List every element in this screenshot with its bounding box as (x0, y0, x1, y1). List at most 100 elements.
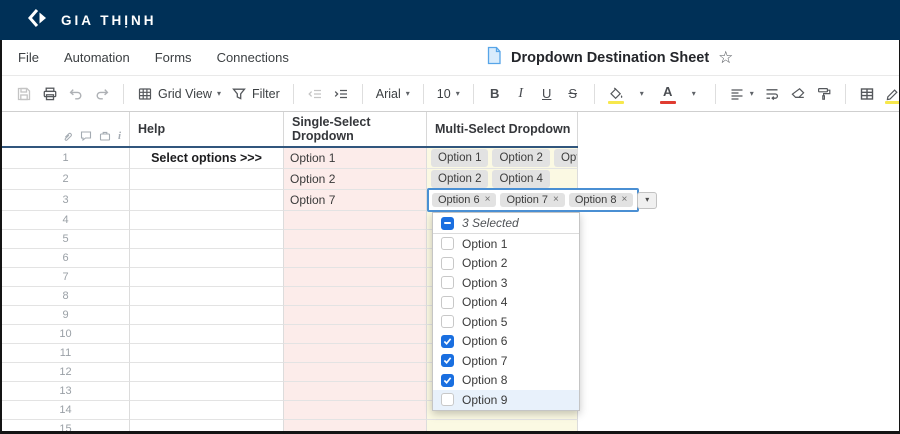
outdent-button[interactable] (303, 81, 327, 107)
text-color-button[interactable]: A (656, 81, 680, 107)
chevron-down-icon: ▾ (456, 90, 460, 98)
dropdown-option[interactable]: Option 4 (433, 293, 579, 313)
row-number[interactable]: 13 (2, 382, 130, 401)
row-number[interactable]: 4 (2, 211, 130, 230)
remove-option-icon[interactable]: × (621, 195, 627, 205)
sheet-title[interactable]: Dropdown Destination Sheet (511, 50, 709, 66)
dropdown-option[interactable]: Option 7 (433, 351, 579, 371)
multi-select-editor[interactable]: Option 6 × Option 7 × Option 8 × ▾ (427, 188, 639, 212)
cell-multi-1[interactable]: Option 1 Option 2 Option 3 (427, 148, 578, 169)
dropdown-option[interactable]: Option 5 (433, 312, 579, 332)
cell-help-3[interactable] (130, 190, 284, 211)
toolbar-divider (293, 84, 294, 104)
redo-button[interactable] (90, 81, 114, 107)
save-button[interactable] (12, 81, 36, 107)
top-app-bar: GIA THỊNH (0, 0, 900, 40)
row-number[interactable]: 6 (2, 249, 130, 268)
dropdown-option[interactable]: Option 1 (433, 234, 579, 254)
borders-button[interactable] (855, 81, 879, 107)
row-number[interactable]: 2 (2, 169, 130, 190)
attachment-icon[interactable] (62, 130, 73, 142)
option-checkbox[interactable] (441, 296, 454, 309)
chevron-down-icon: ▾ (406, 90, 410, 98)
format-painter-button[interactable] (812, 81, 836, 107)
row-number[interactable]: 1 (2, 148, 130, 169)
row-number[interactable]: 12 (2, 363, 130, 382)
dropdown-option[interactable]: Option 6 (433, 332, 579, 352)
row-number[interactable]: 5 (2, 230, 130, 249)
indent-button[interactable] (329, 81, 353, 107)
option-checkbox[interactable] (441, 335, 454, 348)
fill-color-button[interactable] (604, 81, 628, 107)
selected-option-pill: Option 6 × (432, 193, 496, 207)
option-checkbox[interactable] (441, 237, 454, 250)
comment-icon[interactable] (80, 130, 92, 142)
row-number[interactable]: 15 (2, 420, 130, 431)
option-checkbox[interactable] (441, 276, 454, 289)
fill-color-dropdown[interactable]: ▾ (630, 81, 654, 107)
row-number[interactable]: 3 (2, 190, 130, 211)
option-checkbox[interactable] (441, 354, 454, 367)
row-number[interactable]: 10 (2, 325, 130, 344)
remove-option-icon[interactable]: × (553, 195, 559, 205)
option-checkbox[interactable] (441, 393, 454, 406)
toolbar-divider (423, 84, 424, 104)
selection-summary-row[interactable]: 3 Selected (433, 213, 579, 234)
dropdown-option[interactable]: Option 3 (433, 273, 579, 293)
cell-single-1[interactable]: Option 1 (284, 148, 427, 169)
dropdown-option[interactable]: Option 2 (433, 254, 579, 274)
align-button[interactable]: ▾ (725, 81, 758, 107)
row-number[interactable]: 11 (2, 344, 130, 363)
dropdown-option[interactable]: Option 9 (433, 390, 579, 410)
proof-briefcase-icon[interactable] (99, 130, 111, 142)
option-checkbox[interactable] (441, 374, 454, 387)
column-header-help[interactable]: Help (130, 112, 284, 146)
toolbar-divider (123, 84, 124, 104)
row-number[interactable]: 14 (2, 401, 130, 420)
select-all-checkbox[interactable] (441, 217, 454, 230)
column-header-multi-select[interactable]: Multi-Select Dropdown (427, 112, 578, 146)
menu-connections[interactable]: Connections (217, 50, 289, 65)
row-number[interactable]: 7 (2, 268, 130, 287)
highlight-button[interactable] (881, 81, 899, 107)
remove-option-icon[interactable]: × (485, 195, 491, 205)
italic-button[interactable]: I (509, 81, 533, 107)
menu-forms[interactable]: Forms (155, 50, 192, 65)
undo-button[interactable] (64, 81, 88, 107)
print-button[interactable] (38, 81, 62, 107)
favorite-star-icon[interactable]: ☆ (718, 49, 733, 66)
wrap-text-button[interactable] (760, 81, 784, 107)
dropdown-toggle-button[interactable]: ▾ (637, 192, 657, 209)
cell-single-3[interactable]: Option 7 (284, 190, 427, 211)
menu-automation[interactable]: Automation (64, 50, 130, 65)
pencil-icon (885, 86, 899, 102)
info-icon[interactable]: i (118, 130, 121, 142)
option-checkbox[interactable] (441, 315, 454, 328)
grid-view-button[interactable]: Grid View ▾ (133, 81, 225, 107)
clear-format-button[interactable] (786, 81, 810, 107)
column-header-single-select[interactable]: Single-Select Dropdown (284, 112, 427, 146)
cell-help-2[interactable] (130, 169, 284, 190)
font-family-value: Arial (376, 87, 401, 101)
cell-single-2[interactable]: Option 2 (284, 169, 427, 190)
highlight-color-swatch (885, 101, 899, 104)
filter-button[interactable]: Filter (227, 81, 284, 107)
table-row: 1 Select options >>> Option 1 Option 1 O… (2, 148, 578, 169)
cell-multi-2[interactable]: Option 2 Option 4 (427, 169, 578, 190)
align-left-icon (729, 86, 745, 102)
strikethrough-button[interactable]: S (561, 81, 585, 107)
row-number[interactable]: 9 (2, 306, 130, 325)
underline-button[interactable]: U (535, 81, 559, 107)
text-color-dropdown[interactable]: ▾ (682, 81, 706, 107)
dropdown-option[interactable]: Option 8 (433, 371, 579, 391)
row-number-header[interactable]: i (2, 112, 130, 146)
font-family-select[interactable]: Arial ▾ (372, 81, 414, 107)
font-size-select[interactable]: 10 ▾ (433, 81, 464, 107)
bold-button[interactable]: B (483, 81, 507, 107)
option-checkbox[interactable] (441, 257, 454, 270)
row-number[interactable]: 8 (2, 287, 130, 306)
text-color-swatch (660, 101, 676, 104)
cell-help-1[interactable]: Select options >>> (130, 148, 284, 169)
menu-file[interactable]: File (18, 50, 39, 65)
sheet-title-group: Dropdown Destination Sheet ☆ (486, 40, 733, 75)
